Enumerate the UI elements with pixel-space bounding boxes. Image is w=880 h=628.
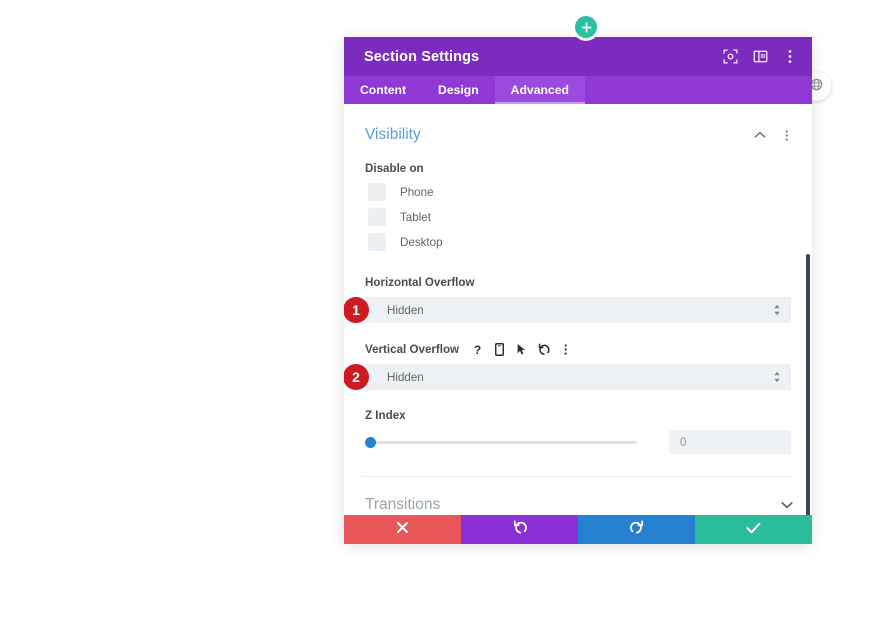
- z-index-field: Z Index 0: [344, 390, 812, 454]
- modal-title: Section Settings: [364, 48, 480, 65]
- mobile-device-icon[interactable]: [493, 342, 506, 356]
- chevron-up-icon[interactable]: [753, 128, 767, 142]
- check-icon: [746, 521, 761, 539]
- visibility-section-header: Visibility: [344, 104, 812, 144]
- vertical-scrollbar[interactable]: [806, 254, 810, 515]
- screen: Section Settings Content Design Advanced…: [0, 0, 880, 628]
- layout-panel-icon[interactable]: [752, 49, 768, 65]
- horizontal-overflow-select[interactable]: 1 Hidden: [344, 297, 791, 323]
- checkbox-label-tablet: Tablet: [400, 210, 431, 224]
- tab-design[interactable]: Design: [422, 76, 495, 104]
- reset-undo-icon[interactable]: [537, 342, 550, 356]
- modal-header-actions: [722, 49, 798, 65]
- kebab-menu-icon[interactable]: [559, 342, 572, 356]
- transitions-section-header[interactable]: Transitions: [344, 477, 812, 515]
- z-index-slider[interactable]: [365, 433, 637, 451]
- cursor-pointer-icon[interactable]: [515, 342, 528, 356]
- undo-button[interactable]: [461, 515, 578, 544]
- checkbox-phone[interactable]: [368, 183, 386, 201]
- disable-on-label: Disable on: [365, 162, 424, 175]
- checkbox-tablet[interactable]: [368, 208, 386, 226]
- vertical-overflow-icons: ?: [471, 342, 572, 356]
- vertical-overflow-label-row: Vertical Overflow ?: [365, 342, 791, 356]
- tab-advanced[interactable]: Advanced: [494, 76, 585, 104]
- save-button[interactable]: [695, 515, 812, 544]
- vertical-overflow-value: Hidden: [387, 370, 424, 384]
- redo-button[interactable]: [578, 515, 695, 544]
- horizontal-overflow-value: Hidden: [387, 303, 424, 317]
- visibility-title: Visibility: [365, 126, 421, 143]
- transitions-title: Transitions: [365, 496, 441, 513]
- svg-text:?: ?: [474, 343, 481, 356]
- kebab-menu-icon[interactable]: [782, 49, 798, 65]
- step-badge-2: 2: [344, 364, 369, 390]
- chevron-down-icon[interactable]: [780, 498, 794, 512]
- checkbox-label-phone: Phone: [400, 185, 434, 199]
- modal-header: Section Settings: [344, 37, 812, 76]
- redo-arrow-icon: [629, 520, 644, 539]
- x-icon: [396, 521, 409, 539]
- horizontal-overflow-label: Horizontal Overflow: [365, 276, 475, 289]
- close-button[interactable]: [344, 515, 461, 544]
- section-settings-modal: Section Settings Content Design Advanced…: [344, 37, 812, 544]
- tab-content[interactable]: Content: [344, 76, 422, 104]
- visibility-section-controls: [753, 128, 794, 142]
- modal-tabs: Content Design Advanced: [344, 76, 812, 104]
- vertical-overflow-select[interactable]: 2 Hidden: [344, 364, 791, 390]
- slider-handle[interactable]: [365, 436, 376, 448]
- disable-on-field: Disable on Phone Tablet Desktop: [344, 144, 812, 251]
- vertical-overflow-label: Vertical Overflow: [365, 342, 460, 356]
- chevron-updown-icon: [773, 371, 781, 383]
- checkbox-row-phone[interactable]: Phone: [365, 183, 791, 201]
- undo-arrow-icon: [513, 520, 527, 539]
- checkbox-desktop[interactable]: [368, 233, 386, 251]
- kebab-menu-icon[interactable]: [780, 128, 794, 142]
- step-badge-1: 1: [344, 297, 369, 323]
- help-question-icon[interactable]: ?: [471, 342, 484, 356]
- slider-track: [365, 440, 637, 444]
- z-index-label: Z Index: [365, 409, 406, 422]
- checkbox-row-tablet[interactable]: Tablet: [365, 208, 791, 226]
- z-index-slider-row: 0: [365, 430, 791, 454]
- chevron-updown-icon: [773, 304, 781, 316]
- plus-icon: [581, 22, 592, 33]
- add-section-button[interactable]: [575, 16, 597, 38]
- modal-footer: [344, 515, 812, 544]
- horizontal-overflow-field: Horizontal Overflow 1 Hidden: [344, 258, 812, 323]
- z-index-input[interactable]: 0: [669, 430, 791, 454]
- checkbox-row-desktop[interactable]: Desktop: [365, 233, 791, 251]
- checkbox-label-desktop: Desktop: [400, 235, 443, 249]
- vertical-overflow-field: Vertical Overflow ? 2 Hidden: [344, 323, 812, 390]
- focus-frame-icon[interactable]: [722, 49, 738, 65]
- modal-body: Visibility Disable on Phone Tablet Deskt…: [344, 104, 812, 515]
